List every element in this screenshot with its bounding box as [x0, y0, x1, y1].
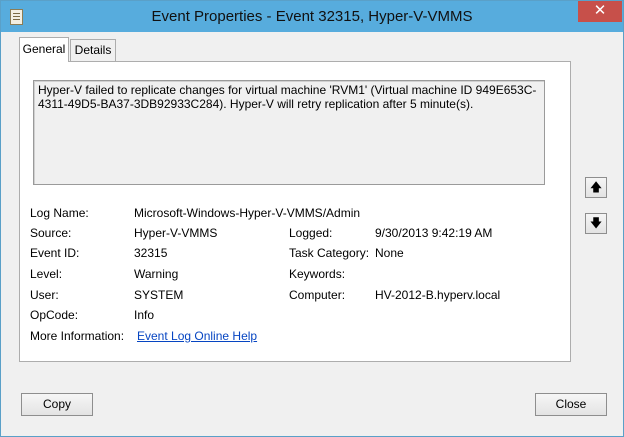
arrow-down-icon: 🡇: [589, 216, 603, 230]
opcode-value: Info: [134, 308, 155, 322]
log-name-label: Log Name:: [30, 206, 89, 220]
task-category-label: Task Category:: [289, 246, 370, 260]
general-panel: Hyper-V failed to replicate changes for …: [19, 61, 571, 362]
logged-value: 9/30/2013 9:42:19 AM: [375, 226, 493, 240]
event-id-value: 32315: [134, 246, 168, 260]
source-label: Source:: [30, 226, 72, 240]
previous-event-button[interactable]: 🡅: [585, 177, 607, 198]
event-log-online-help-link[interactable]: Event Log Online Help: [137, 329, 257, 343]
level-value: Warning: [134, 267, 179, 281]
event-id-label: Event ID:: [30, 246, 80, 260]
title-bar[interactable]: Event Properties - Event 32315, Hyper-V-…: [1, 1, 623, 32]
arrow-up-icon: 🡅: [589, 180, 603, 194]
user-value: SYSTEM: [134, 288, 184, 302]
tab-general[interactable]: General: [19, 37, 69, 62]
task-category-value: None: [375, 246, 404, 260]
more-information-label: More Information:: [30, 329, 125, 343]
source-value: Hyper-V-VMMS: [134, 226, 218, 240]
level-label: Level:: [30, 267, 63, 281]
tab-details[interactable]: Details: [70, 39, 116, 61]
computer-value: HV-2012-B.hyperv.local: [375, 288, 501, 302]
computer-label: Computer:: [289, 288, 346, 302]
close-window-button[interactable]: ✕: [578, 1, 622, 22]
window-title: Event Properties - Event 32315, Hyper-V-…: [151, 8, 473, 25]
user-label: User:: [30, 288, 59, 302]
opcode-label: OpCode:: [30, 308, 79, 322]
logged-label: Logged:: [289, 226, 333, 240]
copy-button[interactable]: Copy: [21, 393, 93, 416]
next-event-button[interactable]: 🡇: [585, 213, 607, 234]
event-description[interactable]: Hyper-V failed to replicate changes for …: [33, 80, 545, 185]
keywords-label: Keywords:: [289, 267, 346, 281]
log-name-value: Microsoft-Windows-Hyper-V-VMMS/Admin: [134, 206, 361, 220]
close-button[interactable]: Close: [535, 393, 607, 416]
event-properties-window: Event Properties - Event 32315, Hyper-V-…: [0, 0, 624, 437]
